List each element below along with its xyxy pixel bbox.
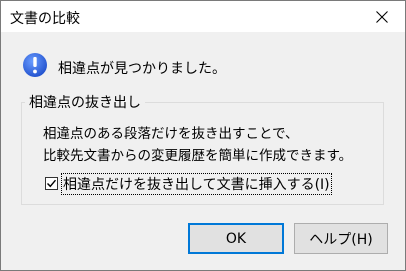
description-line-2: 比較先文書からの変更履歴を簡単に作成できます。 <box>43 148 353 164</box>
insert-differences-label[interactable]: 相違点だけを抜き出して文書に挿入する(I) <box>61 173 332 195</box>
group-title: 相違点の抜き出し <box>25 92 145 112</box>
help-button[interactable]: ヘルプ(H) <box>294 223 388 254</box>
info-icon <box>23 53 47 77</box>
result-message: 相違点が見つかりました。 <box>58 61 226 77</box>
checkmark-icon <box>47 179 57 188</box>
group-description: 相違点のある段落だけを抜き出すことで、 比較先文書からの変更履歴を簡単に作成でき… <box>43 123 373 167</box>
title-bar: 文書の比較 <box>1 1 405 32</box>
dialog-title: 文書の比較 <box>10 11 80 27</box>
description-line-1: 相違点のある段落だけを抜き出すことで、 <box>43 126 299 142</box>
close-icon <box>376 10 388 23</box>
compare-documents-dialog: 文書の比較 相違点が見つかりました。 相違点の抜き出し 相違点のある段落だけを抜… <box>0 0 406 271</box>
close-button[interactable] <box>359 1 405 32</box>
ok-button[interactable]: OK <box>188 223 284 254</box>
insert-differences-checkbox[interactable] <box>45 177 58 190</box>
